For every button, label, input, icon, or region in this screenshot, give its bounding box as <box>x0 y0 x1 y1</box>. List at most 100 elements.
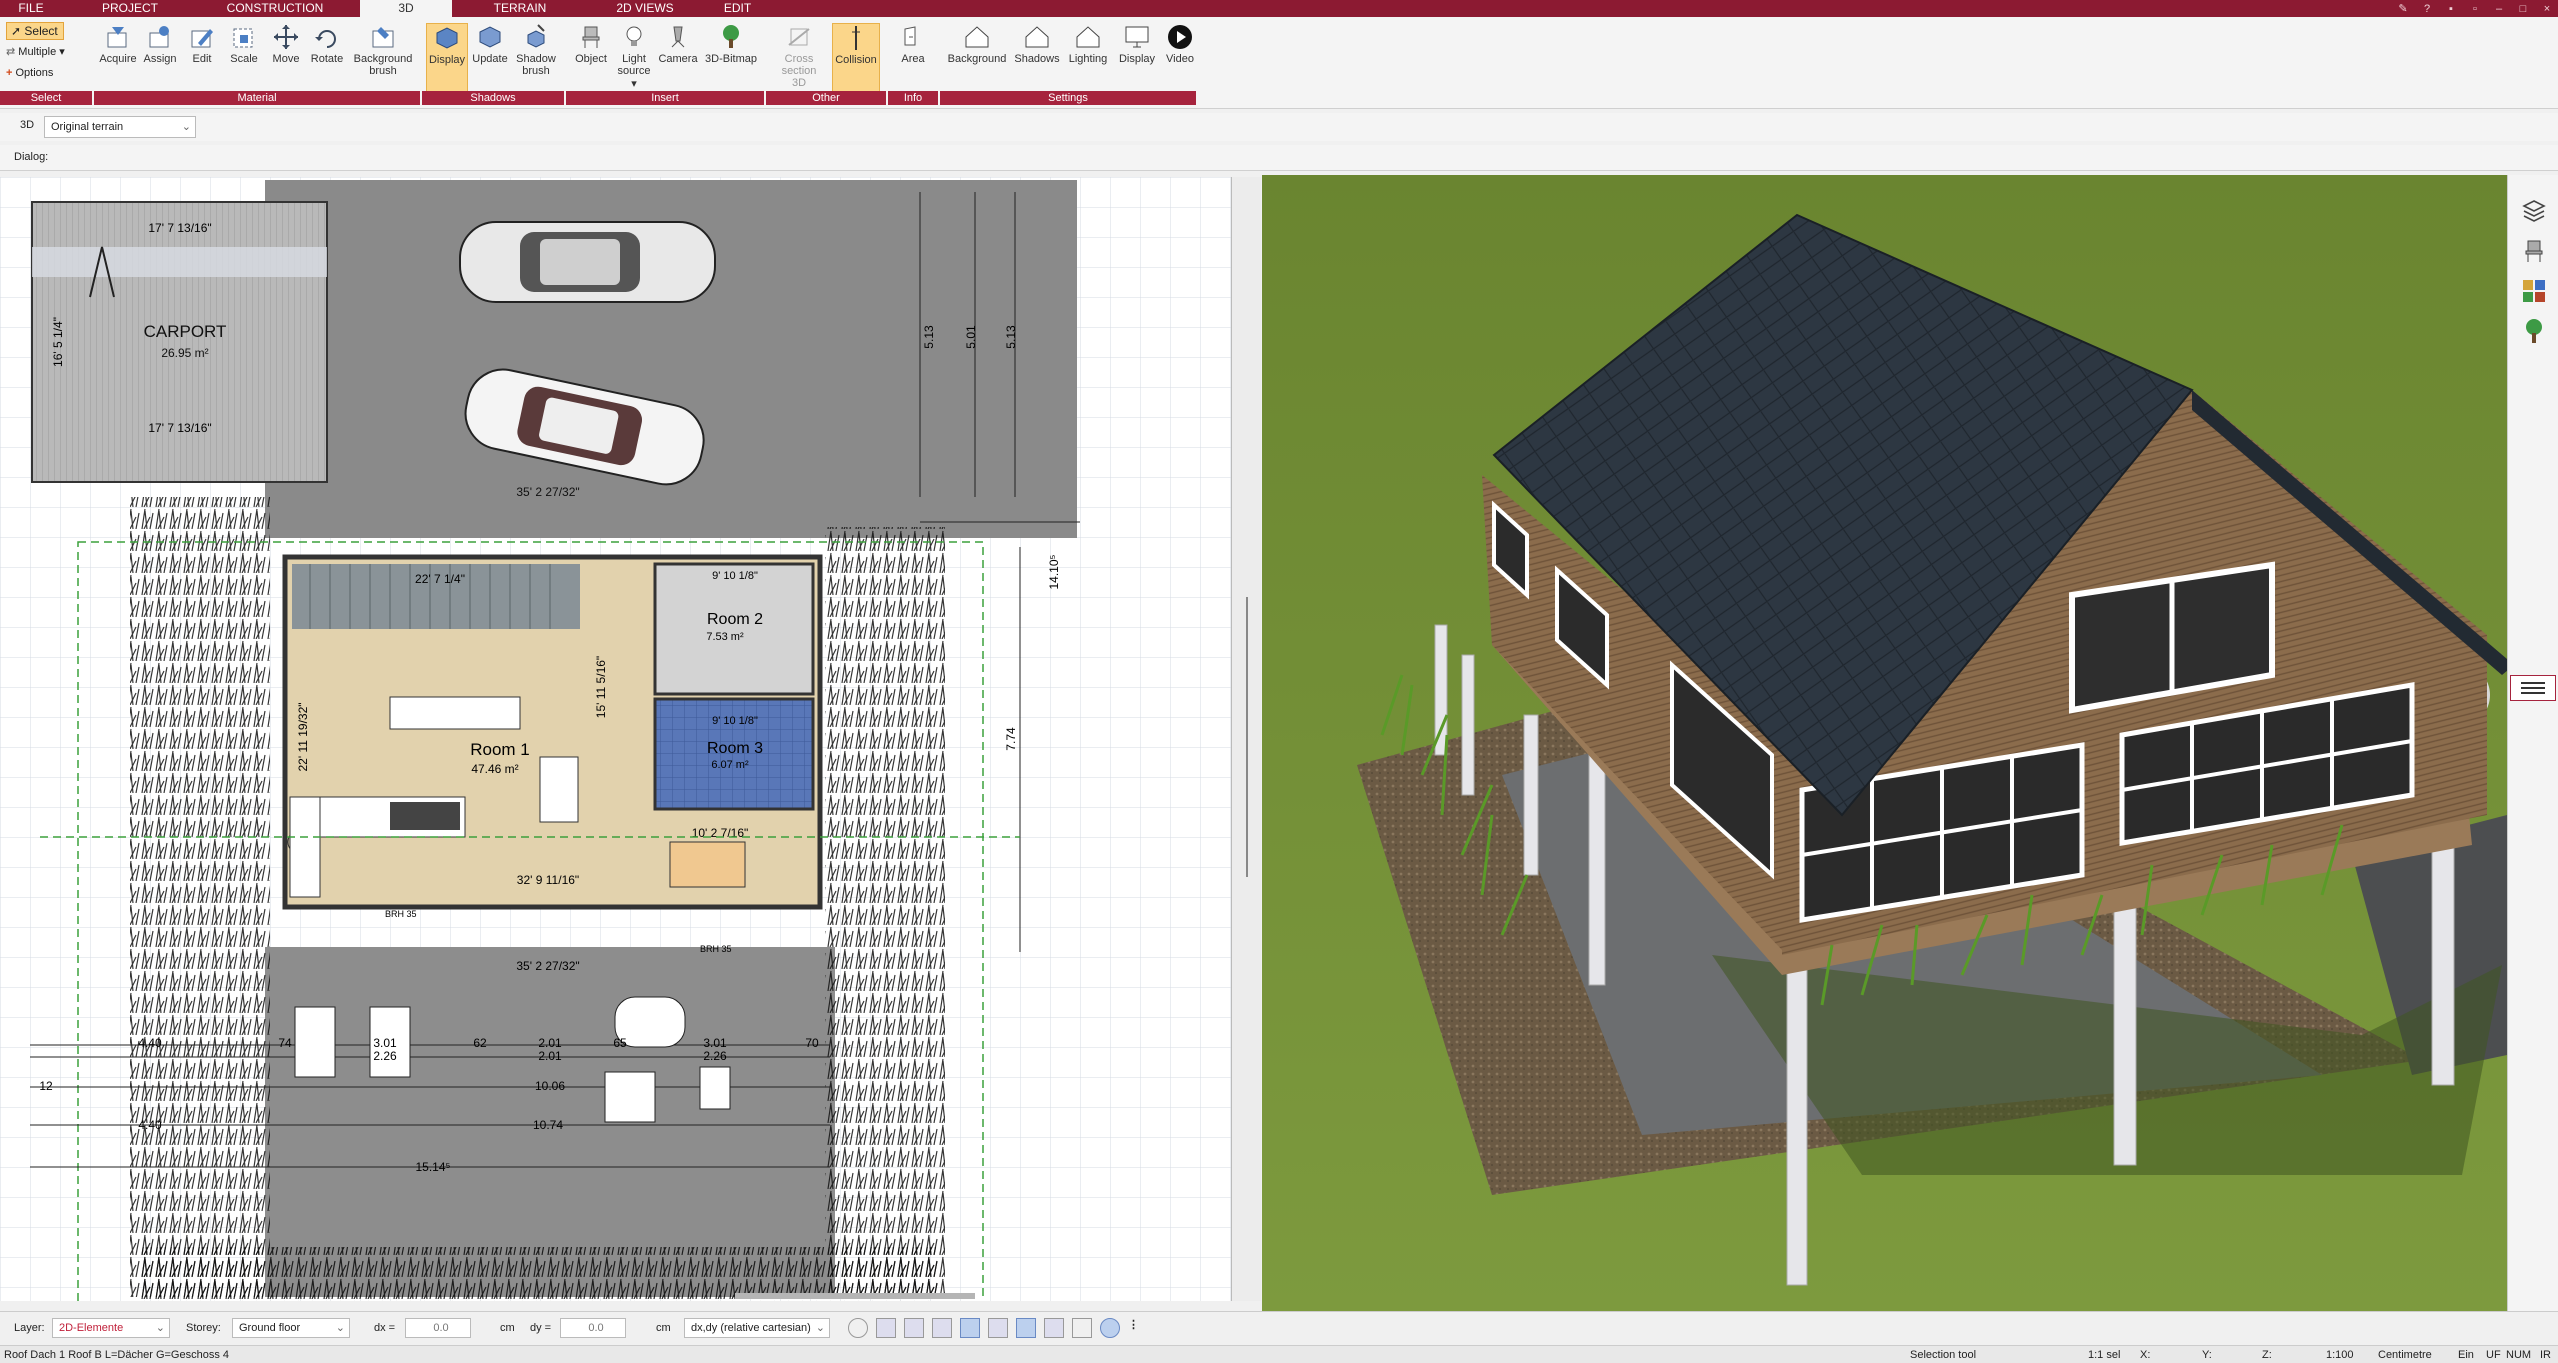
storey-select[interactable]: Ground floor ⌄ <box>232 1318 350 1338</box>
3d-view[interactable] <box>1262 175 2507 1311</box>
dim-top-width: 35' 2 27/32" <box>516 485 579 499</box>
dim-201b: 2.01 <box>538 1049 562 1063</box>
pin-icon[interactable]: ▪ <box>2446 3 2456 14</box>
house-shadow-icon <box>1025 26 1049 48</box>
tab-edit[interactable]: EDIT <box>710 0 765 17</box>
panel-toggle-button[interactable] <box>2510 675 2556 701</box>
more-icon[interactable]: ⋮ <box>1128 1318 1139 1338</box>
dim-74: 74 <box>278 1036 292 1050</box>
display-shadows-label: Display <box>428 54 466 66</box>
clock-icon[interactable] <box>848 1318 868 1338</box>
dining-table[interactable] <box>669 841 746 888</box>
help-icon[interactable]: ? <box>2422 3 2432 14</box>
north-icon[interactable] <box>1100 1318 1120 1338</box>
status-bar: Roof Dach 1 Roof B L=Dächer G=Geschoss 4… <box>0 1345 2558 1363</box>
object-label: Object <box>575 53 607 65</box>
brh-label-a: BRH 35 <box>385 909 417 919</box>
plants-icon[interactable] <box>2520 317 2548 345</box>
dim-12: 12 <box>39 1079 53 1093</box>
assign-label: Assign <box>143 53 177 65</box>
dy-label: dy = <box>530 1322 552 1334</box>
status-y-label: Y: <box>2202 1349 2212 1361</box>
dim-left-vert: 22' 11 19/32" <box>296 702 310 771</box>
storey-chevron-icon: ⌄ <box>335 1322 345 1334</box>
dx-unit: cm <box>500 1322 515 1334</box>
snap-midpoint-icon[interactable] <box>932 1318 952 1338</box>
car-sedan-top[interactable] <box>459 221 716 303</box>
status-scale: 1:100 <box>2326 1349 2354 1361</box>
grid-icon[interactable] <box>1072 1318 1092 1338</box>
dim-301a: 3.01 <box>373 1036 397 1050</box>
snap-point-icon[interactable] <box>876 1318 896 1338</box>
tab-file[interactable]: FILE <box>0 0 62 17</box>
plan-vertical-scrollbar[interactable] <box>1246 597 1248 877</box>
coordinate-mode-select[interactable]: dx,dy (relative cartesian) ⌄ <box>684 1318 830 1338</box>
grass-bottom <box>140 1247 940 1301</box>
status-ir: IR <box>2540 1349 2551 1361</box>
chevron-down-icon: ⌄ <box>181 121 191 133</box>
3d-scene[interactable] <box>1262 175 2507 1311</box>
layers-icon[interactable] <box>2520 197 2548 225</box>
dim-carport-top: 17' 7 13/16" <box>148 221 211 235</box>
close-icon[interactable]: × <box>2542 3 2552 14</box>
dy-unit: cm <box>656 1322 671 1334</box>
snap-object-icon[interactable] <box>1016 1318 1036 1338</box>
terrain-select[interactable]: Original terrain ⌄ <box>44 116 196 138</box>
plan-horizontal-scrollbar[interactable] <box>735 1293 975 1299</box>
minimize-icon[interactable]: – <box>2494 3 2504 14</box>
tab-terrain[interactable]: TERRAIN <box>480 0 560 17</box>
group-label-insert: Insert <box>566 91 764 105</box>
dim-65: 65 <box>613 1036 627 1050</box>
armchair[interactable] <box>539 756 579 823</box>
snap-line-icon[interactable] <box>904 1318 924 1338</box>
collision-label: Collision <box>835 54 877 66</box>
chair-catalog-icon[interactable] <box>2520 237 2548 265</box>
acquire-label: Acquire <box>99 53 137 65</box>
dim-dining: 10' 2 7/16" <box>692 826 749 840</box>
ortho-icon[interactable] <box>988 1318 1008 1338</box>
update-label: Update <box>472 53 508 65</box>
angle-snap-icon[interactable] <box>960 1318 980 1338</box>
storey-select-value: Ground floor <box>239 1322 301 1334</box>
acquire-icon <box>107 27 127 48</box>
options-button[interactable]: + Options <box>6 67 53 79</box>
status-units: Centimetre <box>2378 1349 2432 1361</box>
layer-snap-icon[interactable] <box>1044 1318 1064 1338</box>
dim-226b: 2.26 <box>703 1049 727 1063</box>
status-selection: 1:1 sel <box>2088 1349 2121 1361</box>
outdoor-chair[interactable] <box>699 1066 731 1110</box>
layer-label: Layer: <box>14 1322 45 1334</box>
room-2[interactable] <box>653 562 815 696</box>
house-lighting-icon <box>1076 26 1100 48</box>
outdoor-table[interactable] <box>604 1071 656 1123</box>
carport-roof[interactable] <box>31 201 328 483</box>
dy-input[interactable]: 0.0 <box>560 1318 626 1338</box>
maximize-icon[interactable]: □ <box>2518 3 2528 14</box>
lounge-chair-1[interactable] <box>294 1006 336 1078</box>
dim-kitchen: 32' 9 11/16" <box>517 873 579 887</box>
layer-select[interactable]: 2D-Elemente ⌄ <box>52 1318 170 1338</box>
dx-input[interactable]: 0.0 <box>405 1318 471 1338</box>
kitchen-side-unit[interactable] <box>289 796 321 898</box>
multiple-dropdown[interactable]: ⇄ Multiple ▾ <box>6 45 65 58</box>
scale-label: Scale <box>230 53 258 65</box>
sofa[interactable] <box>389 696 521 730</box>
stove[interactable] <box>390 802 460 830</box>
tab-2d-views[interactable]: 2D VIEWS <box>600 0 690 17</box>
view-splitter[interactable] <box>1232 177 1261 1301</box>
status-ein: Ein <box>2458 1349 2474 1361</box>
floor-plan-canvas[interactable]: CARPORT 26.95 m² 17' 7 13/16" 17' 7 13/1… <box>0 177 1232 1301</box>
floor-plan-view[interactable]: CARPORT 26.95 m² 17' 7 13/16" 17' 7 13/1… <box>0 177 1232 1301</box>
select-label: Select <box>24 24 58 38</box>
select-button[interactable]: ➚ Select <box>6 22 64 40</box>
tab-project[interactable]: PROJECT <box>90 0 170 17</box>
brush-icon <box>372 27 394 48</box>
dim-513a: 5.13 <box>922 325 936 349</box>
tools-icon[interactable]: ✎ <box>2398 3 2408 14</box>
edit-label: Edit <box>192 53 212 65</box>
background-brush-label: Background brush <box>353 53 413 77</box>
tab-construction[interactable]: CONSTRUCTION <box>220 0 330 17</box>
restore-icon[interactable]: ▫ <box>2470 3 2480 14</box>
materials-icon[interactable] <box>2520 277 2548 305</box>
status-info-text: Roof Dach 1 Roof B L=Dächer G=Geschoss 4 <box>4 1349 230 1361</box>
